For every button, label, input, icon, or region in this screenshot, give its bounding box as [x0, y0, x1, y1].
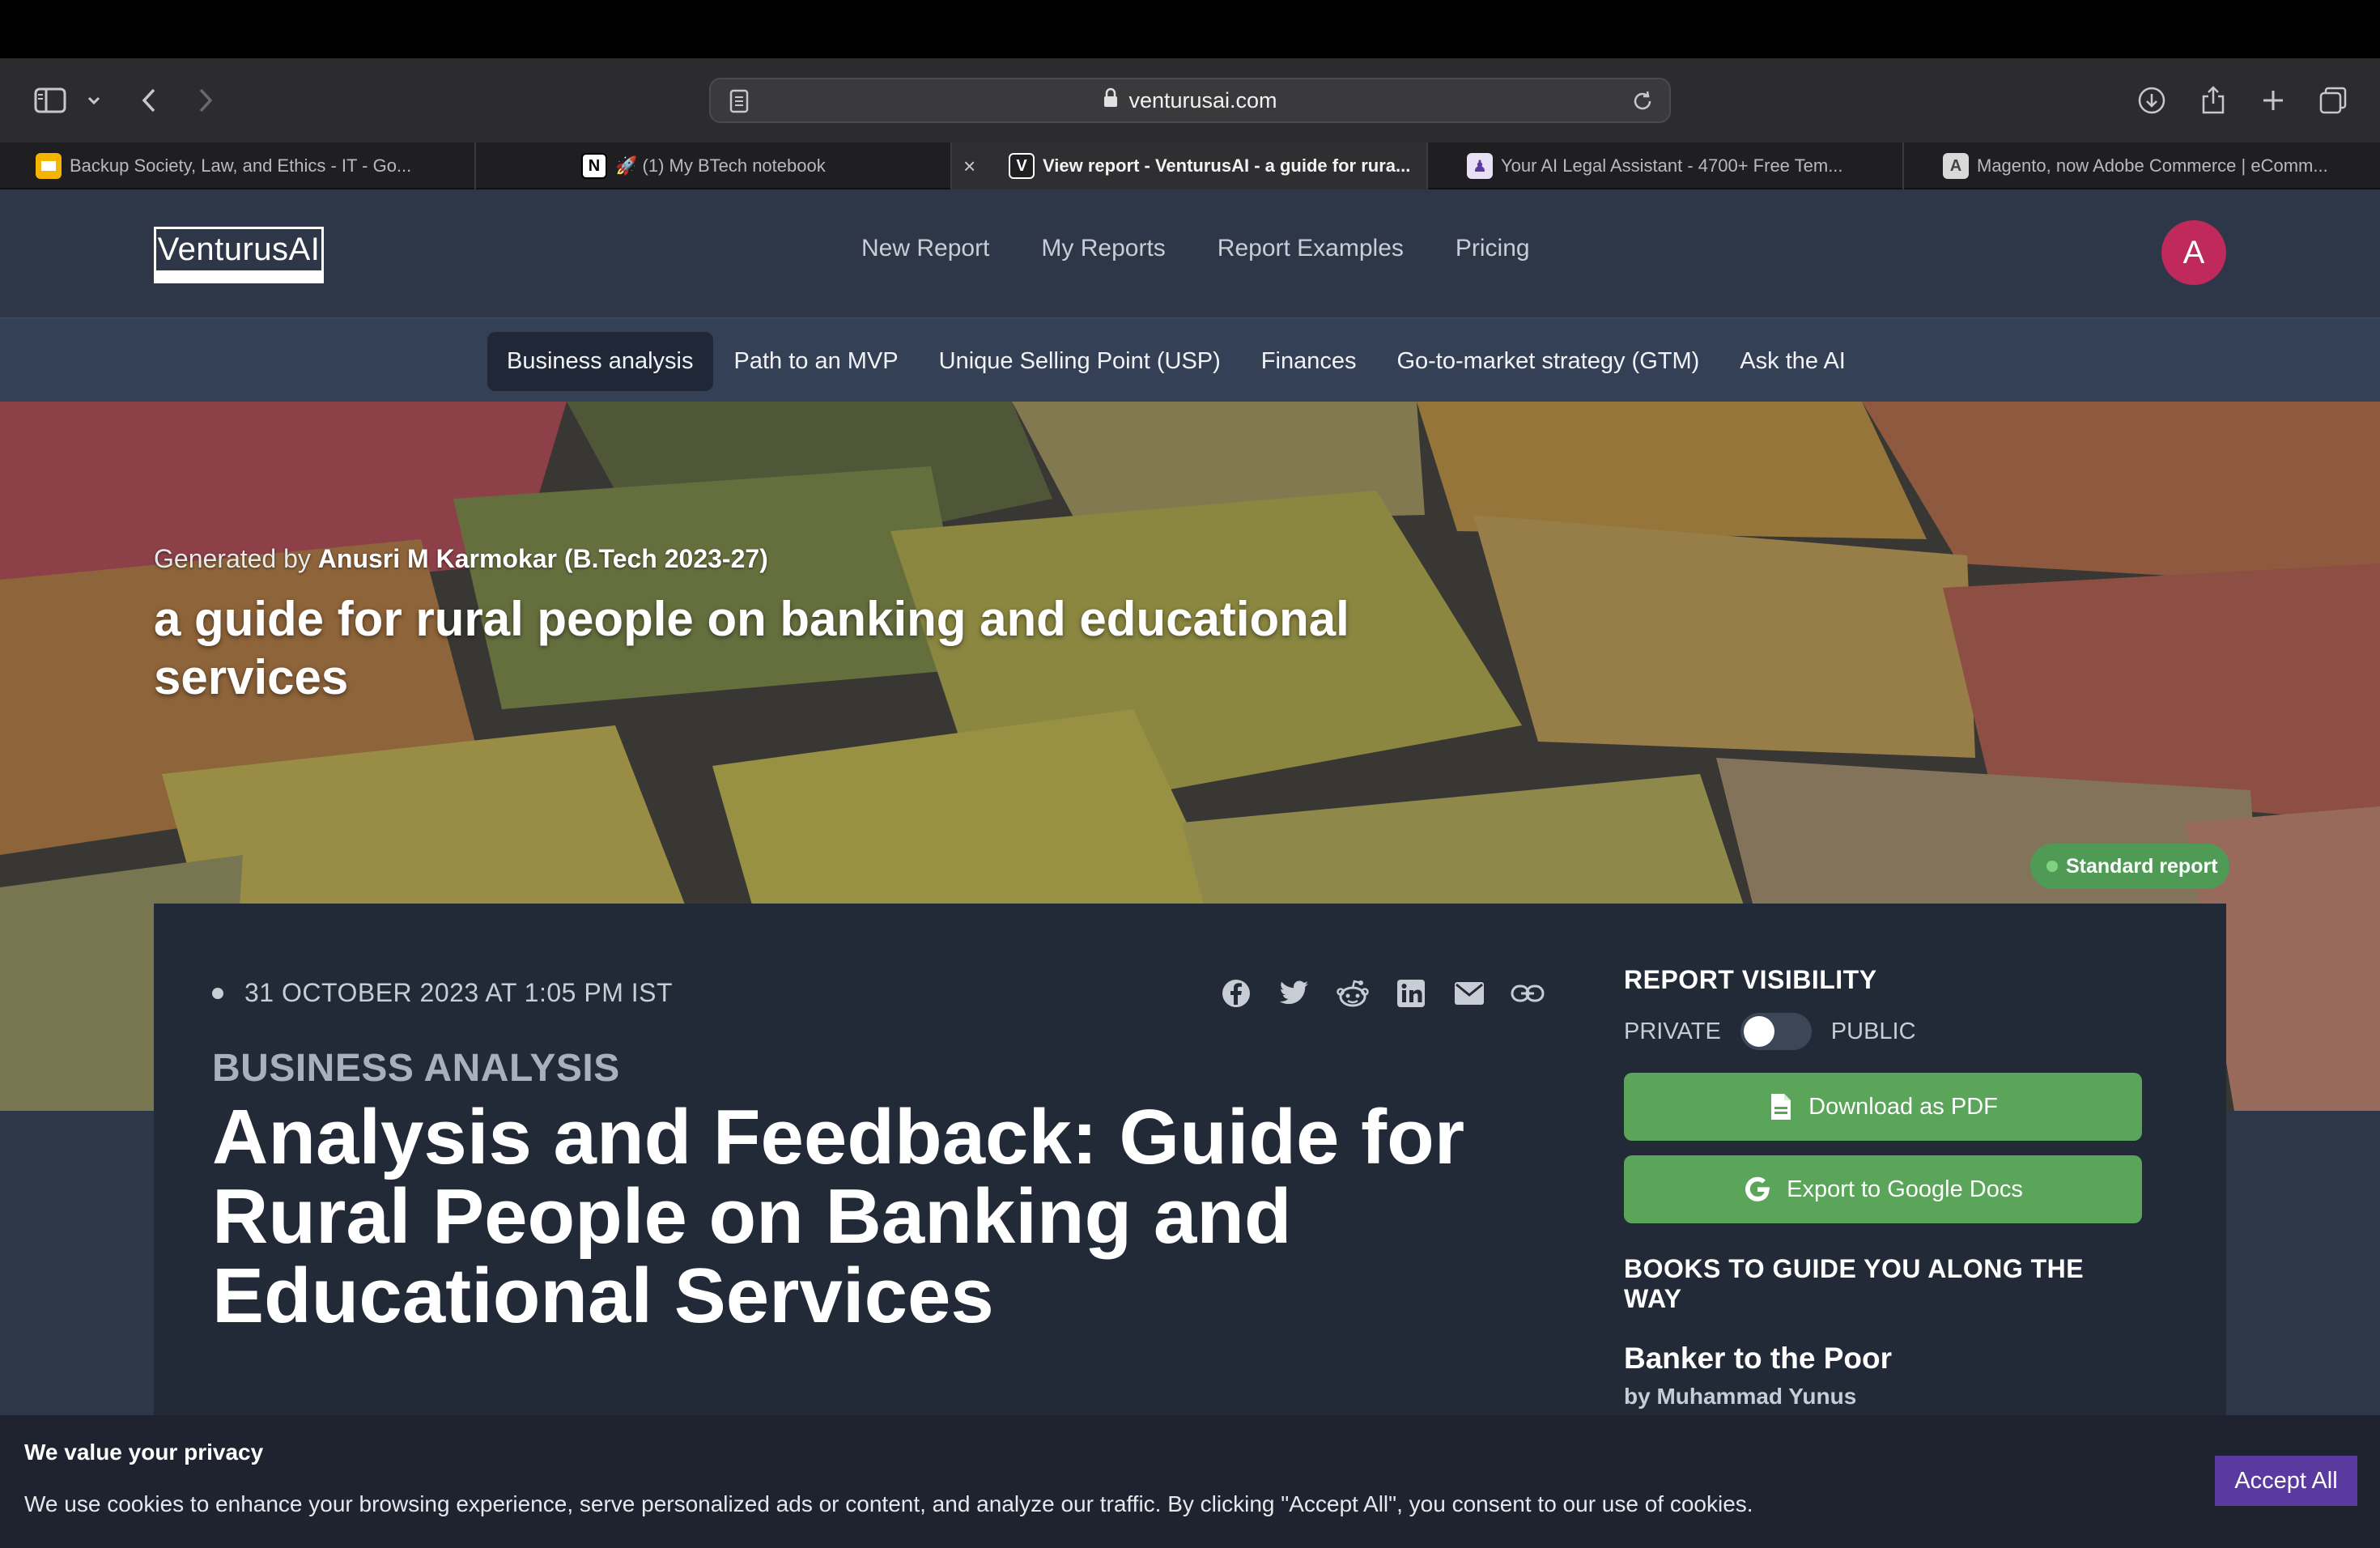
lock-icon — [1103, 87, 1119, 114]
public-label: PUBLIC — [1830, 1018, 1916, 1044]
chevron-down-icon[interactable] — [74, 81, 113, 120]
tab-label: View report - VenturusAI - a guide for r… — [1043, 155, 1411, 176]
reader-icon[interactable] — [729, 89, 750, 119]
cookie-heading: We value your privacy — [24, 1440, 264, 1465]
visibility-heading: REPORT VISIBILITY — [1624, 965, 1877, 994]
tab-btech-notebook[interactable]: N 🚀 (1) My BTech notebook — [476, 142, 952, 189]
status-dot-icon — [2046, 861, 2058, 872]
book-title[interactable]: Banker to the Poor — [1624, 1342, 2142, 1376]
email-icon[interactable] — [1449, 973, 1490, 1014]
slides-icon — [36, 153, 62, 179]
toggle-knob — [1743, 1016, 1774, 1047]
books-heading: BOOKS TO GUIDE YOU ALONG THE WAY — [1624, 1254, 2085, 1313]
tab-backup-society[interactable]: Backup Society, Law, and Ethics - IT - G… — [0, 142, 476, 189]
adobe-icon: A — [1943, 153, 1969, 179]
accept-all-button[interactable]: Accept All — [2215, 1456, 2357, 1506]
back-icon[interactable] — [130, 81, 168, 120]
linkedin-icon[interactable] — [1391, 973, 1431, 1014]
twitter-icon[interactable] — [1274, 973, 1315, 1014]
tab-label: Your AI Legal Assistant - 4700+ Free Tem… — [1501, 155, 1843, 176]
downloads-icon[interactable] — [2132, 81, 2171, 120]
copy-link-icon[interactable] — [1507, 973, 1548, 1014]
tab-ask-the-ai[interactable]: Ask the AI — [1720, 332, 1865, 391]
sidebar-toggle-icon[interactable] — [31, 81, 70, 120]
private-label: PRIVATE — [1624, 1018, 1721, 1044]
download-pdf-label: Download as PDF — [1808, 1093, 1998, 1120]
pdf-file-icon — [1771, 1094, 1791, 1120]
main-nav: New Report My Reports Report Examples Pr… — [861, 235, 1530, 262]
status-badge: Standard report — [2030, 844, 2229, 889]
report-date: 31 OCTOBER 2023 AT 1:05 PM IST — [212, 978, 673, 1008]
new-tab-icon[interactable] — [2254, 81, 2293, 120]
tab-business-analysis[interactable]: Business analysis — [487, 332, 713, 391]
report-sidebar: REPORT VISIBILITY PRIVATE PUBLIC Downloa… — [1624, 965, 2142, 1410]
address-bar[interactable]: venturusai.com — [709, 78, 1671, 123]
generated-prefix: Generated by — [154, 544, 318, 573]
nav-my-reports[interactable]: My Reports — [1041, 235, 1165, 262]
tab-overview-icon[interactable] — [2314, 81, 2352, 120]
cookie-text: We use cookies to enhance your browsing … — [24, 1491, 1753, 1516]
nav-new-report[interactable]: New Report — [861, 235, 989, 262]
share-icons — [1216, 973, 1548, 1014]
reddit-icon[interactable] — [1332, 973, 1373, 1014]
hero-text: Generated by Anusri M Karmokar (B.Tech 2… — [154, 544, 1465, 707]
generated-by: Generated by Anusri M Karmokar (B.Tech 2… — [154, 544, 1465, 574]
report-author[interactable]: Anusri M Karmokar (B.Tech 2023-27) — [318, 544, 768, 573]
legal-icon: ♟ — [1467, 153, 1493, 179]
tab-finances[interactable]: Finances — [1242, 332, 1376, 391]
facebook-icon[interactable] — [1216, 973, 1256, 1014]
close-icon[interactable]: × — [963, 154, 975, 179]
tab-usp[interactable]: Unique Selling Point (USP) — [920, 332, 1240, 391]
report-section-nav: Business analysis Path to an MVP Unique … — [0, 317, 2380, 402]
tab-magento[interactable]: A Magento, now Adobe Commerce | eComm... — [1904, 142, 2380, 189]
section-label: BUSINESS ANALYSIS — [212, 1047, 620, 1090]
cookie-consent-banner: We value your privacy We use cookies to … — [0, 1415, 2380, 1548]
download-pdf-button[interactable]: Download as PDF — [1624, 1073, 2142, 1141]
avatar[interactable]: A — [2161, 220, 2226, 285]
article-title: Analysis and Feedback: Guide for Rural P… — [212, 1094, 1465, 1339]
site-header: VenturusAI New Report My Reports Report … — [0, 189, 2380, 317]
tab-gtm[interactable]: Go-to-market strategy (GTM) — [1377, 332, 1719, 391]
bullet-icon — [212, 987, 223, 999]
export-google-docs-button[interactable]: Export to Google Docs — [1624, 1155, 2142, 1223]
venturusai-logo[interactable]: VenturusAI — [154, 227, 324, 283]
venturus-icon: V — [1009, 153, 1035, 179]
screen-top-bar — [0, 0, 2380, 58]
badge-label: Standard report — [2066, 854, 2218, 878]
tab-label: 🚀 (1) My BTech notebook — [615, 155, 826, 176]
export-docs-label: Export to Google Docs — [1787, 1176, 2023, 1202]
visibility-toggle[interactable] — [1740, 1013, 1812, 1050]
nav-pricing[interactable]: Pricing — [1456, 235, 1530, 262]
notion-icon: N — [581, 153, 607, 179]
visibility-row: PRIVATE PUBLIC — [1624, 1013, 2142, 1050]
share-icon[interactable] — [2194, 81, 2233, 120]
nav-report-examples[interactable]: Report Examples — [1218, 235, 1404, 262]
tab-bar: Backup Society, Law, and Ethics - IT - G… — [0, 142, 2380, 189]
url-text: venturusai.com — [1128, 87, 1277, 113]
tab-label: Magento, now Adobe Commerce | eComm... — [1977, 155, 2328, 176]
tab-label: Backup Society, Law, and Ethics - IT - G… — [70, 155, 412, 176]
hero-title: a guide for rural people on banking and … — [154, 592, 1349, 704]
tab-legal-assistant[interactable]: ♟ Your AI Legal Assistant - 4700+ Free T… — [1428, 142, 1904, 189]
book-author: by Muhammad Yunus — [1624, 1384, 1857, 1409]
forward-icon[interactable] — [186, 81, 225, 120]
reload-icon[interactable] — [1630, 89, 1655, 119]
date-text: 31 OCTOBER 2023 AT 1:05 PM IST — [244, 978, 674, 1007]
tab-view-report[interactable]: × V View report - VenturusAI - a guide f… — [952, 142, 1428, 189]
google-icon — [1745, 1176, 1770, 1201]
tab-path-to-mvp[interactable]: Path to an MVP — [715, 332, 918, 391]
